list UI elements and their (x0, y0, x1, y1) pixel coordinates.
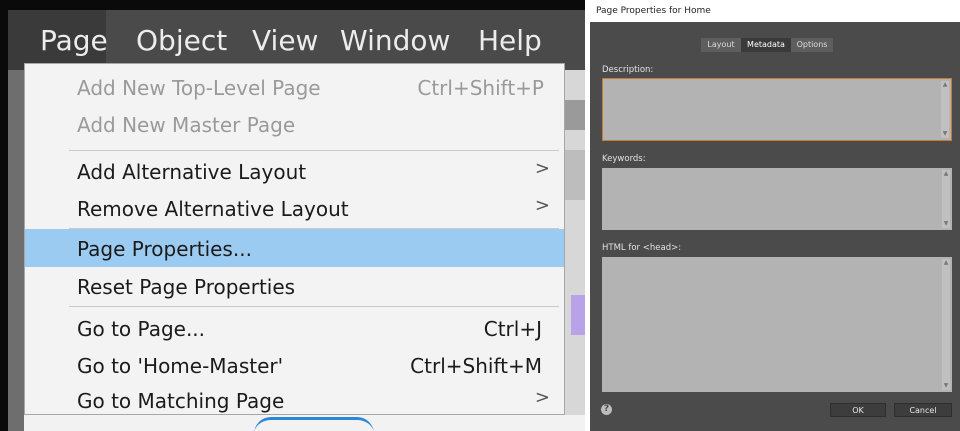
background-artwork (254, 417, 374, 431)
tab-options[interactable]: Options (791, 38, 833, 52)
menu-item-go-to-matching-page[interactable]: Go to Matching Page > (25, 381, 564, 419)
keywords-field[interactable]: ▲ ▼ (602, 168, 952, 230)
keywords-label: Keywords: (602, 154, 646, 164)
scroll-up-icon[interactable]: ▲ (942, 170, 950, 178)
menu-page[interactable]: Page (8, 10, 108, 70)
menu-separator (69, 306, 559, 307)
menu-item-label: Page Properties... (77, 237, 252, 261)
menu-item-reset-page-properties[interactable]: Reset Page Properties (25, 267, 564, 305)
page-menu-dropdown: Add New Top-Level Page Ctrl+Shift+P Add … (24, 63, 565, 415)
submenu-arrow-icon: > (534, 387, 550, 408)
help-icon[interactable]: ? (601, 404, 612, 415)
menu-item-label: Go to Matching Page (77, 389, 285, 413)
tab-metadata[interactable]: Metadata (741, 38, 791, 52)
tab-layout[interactable]: Layout (701, 38, 741, 52)
menu-item-go-to-page[interactable]: Go to Page... Ctrl+J (25, 309, 564, 347)
menu-window[interactable]: Window (340, 10, 450, 70)
scrollbar[interactable]: ▲ ▼ (941, 81, 949, 138)
background-canvas (565, 60, 585, 431)
background-shape (571, 295, 585, 335)
background-panel (8, 60, 24, 431)
menu-bar: Page Object View Window Help (8, 10, 585, 70)
scroll-up-icon[interactable]: ▲ (941, 81, 949, 89)
menu-item-go-to-home-master[interactable]: Go to 'Home-Master' Ctrl+Shift+M (25, 346, 564, 384)
background-shape (565, 100, 585, 130)
menu-item-shortcut: Ctrl+Shift+P (417, 76, 544, 100)
menu-item-shortcut: Ctrl+J (483, 317, 542, 341)
menu-item-label: Go to 'Home-Master' (77, 354, 284, 378)
menu-item-add-top-level-page[interactable]: Add New Top-Level Page Ctrl+Shift+P (25, 68, 564, 106)
cancel-button[interactable]: Cancel (894, 403, 952, 417)
ok-button[interactable]: OK (830, 403, 886, 417)
menu-item-label: Reset Page Properties (77, 275, 296, 299)
menu-item-shortcut: Ctrl+Shift+M (410, 354, 542, 378)
background-shape (565, 150, 585, 200)
scroll-down-icon[interactable]: ▼ (941, 130, 949, 138)
description-label: Description: (602, 65, 654, 75)
page-properties-dialog: Page Properties for Home Layout Metadata… (590, 0, 960, 431)
application-window: Page Object View Window Help Add New Top… (0, 0, 585, 431)
scroll-down-icon[interactable]: ▼ (942, 382, 950, 390)
head-html-field[interactable]: ▲ ▼ (602, 257, 952, 392)
menu-item-label: Add New Master Page (77, 113, 296, 137)
menu-help[interactable]: Help (478, 10, 542, 70)
description-field[interactable]: ▲ ▼ (602, 78, 952, 141)
scrollbar[interactable]: ▲ ▼ (942, 170, 950, 228)
menu-item-remove-alternative-layout[interactable]: Remove Alternative Layout > (25, 189, 564, 227)
window-edge (0, 0, 8, 431)
head-html-label: HTML for <head>: (602, 243, 682, 253)
menu-item-label: Go to Page... (77, 317, 206, 341)
menu-object[interactable]: Object (136, 10, 227, 70)
menu-view[interactable]: View (252, 10, 318, 70)
scroll-up-icon[interactable]: ▲ (942, 259, 950, 267)
submenu-arrow-icon: > (534, 195, 550, 216)
scrollbar[interactable]: ▲ ▼ (942, 259, 950, 390)
submenu-arrow-icon: > (534, 158, 550, 179)
menu-item-page-properties[interactable]: Page Properties... (25, 229, 564, 267)
scroll-down-icon[interactable]: ▼ (942, 220, 950, 228)
menu-separator (69, 150, 559, 151)
menu-item-add-master-page[interactable]: Add New Master Page (25, 105, 564, 143)
menu-item-label: Remove Alternative Layout (77, 197, 349, 221)
dialog-title: Page Properties for Home (590, 0, 960, 22)
menu-item-label: Add New Top-Level Page (77, 76, 321, 100)
window-edge (0, 0, 585, 10)
menu-item-add-alternative-layout[interactable]: Add Alternative Layout > (25, 152, 564, 190)
menu-item-label: Add Alternative Layout (77, 160, 307, 184)
